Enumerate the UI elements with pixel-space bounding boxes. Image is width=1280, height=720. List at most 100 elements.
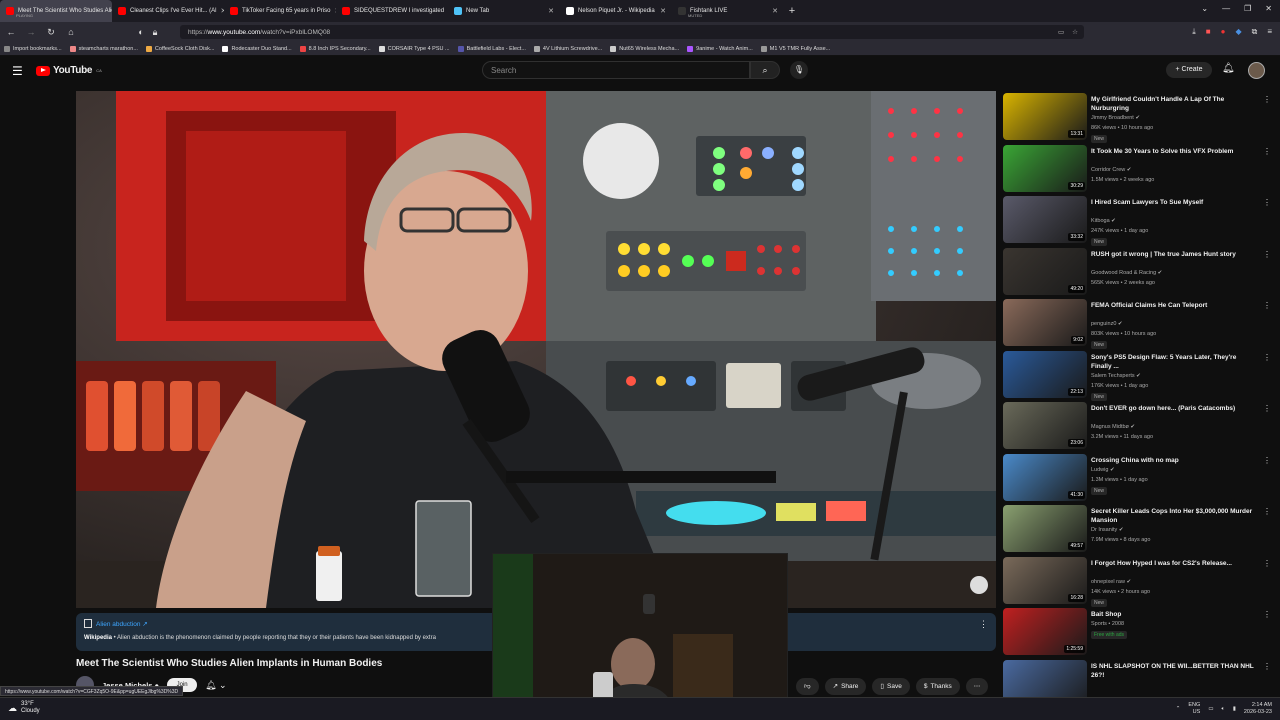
- app-menu-icon[interactable]: ≡: [1267, 27, 1272, 37]
- more-options-icon[interactable]: ⋮: [1263, 95, 1271, 104]
- more-options-icon[interactable]: ⋮: [1263, 610, 1271, 619]
- recommendation-item[interactable]: 16:28 I Forgot How Hyped I was for CS2's …: [1003, 555, 1273, 607]
- recommendation-title[interactable]: I Hired Scam Lawyers To Sue Myself: [1091, 198, 1255, 207]
- browser-tab[interactable]: TikToker Facing 65 years in Priso✕: [224, 0, 336, 22]
- recommendation-title[interactable]: IS NHL SLAPSHOT ON THE WII...BETTER THAN…: [1091, 662, 1255, 680]
- new-tab-button[interactable]: +: [784, 5, 800, 17]
- recommendation-channel[interactable]: Goodwood Road & Racing ✔: [1091, 270, 1162, 276]
- url-bar[interactable]: https://www.youtube.com/watch?v=iPxblLOM…: [180, 25, 1084, 39]
- recommendation-item[interactable]: 30:29 It Took Me 30 Years to Solve this V…: [1003, 143, 1273, 193]
- bookmark-item[interactable]: Rodecaster Duo Stand...: [222, 45, 292, 52]
- close-tab-icon[interactable]: ✕: [768, 7, 778, 15]
- bookmark-item[interactable]: Battlefield Labs - Elect...: [457, 45, 526, 52]
- recommendation-item[interactable]: 9:02 FEMA Official Claims He Can Teleport…: [1003, 297, 1273, 349]
- video-player[interactable]: [76, 91, 996, 608]
- picture-in-picture-icon[interactable]: ▭: [1058, 28, 1064, 36]
- reload-icon[interactable]: ↻: [46, 27, 56, 38]
- close-tab-icon[interactable]: ✕: [544, 7, 554, 15]
- search-input[interactable]: Search: [482, 61, 750, 79]
- downloads-icon[interactable]: ⤓: [1192, 27, 1196, 37]
- recommendation-channel[interactable]: penguinz0 ✔: [1091, 321, 1123, 327]
- notifications-bell-icon[interactable]: 🔔︎: [1222, 63, 1235, 74]
- more-options-icon[interactable]: ⋮: [1263, 250, 1271, 259]
- bookmark-item[interactable]: Import bookmarks...: [4, 45, 62, 52]
- recommendation-channel[interactable]: ohnepixel raw ✔: [1091, 579, 1131, 585]
- recommendation-channel[interactable]: Sports • 2008: [1091, 621, 1124, 627]
- browser-tab[interactable]: SIDEQUESTDREW I investigated✕: [336, 0, 448, 22]
- voice-search-button[interactable]: 🎙︎: [790, 61, 808, 79]
- more-options-icon[interactable]: ⋮: [1263, 456, 1271, 465]
- recommendation-item[interactable]: 49:20 RUSH got it wrong | The true James …: [1003, 246, 1273, 296]
- shield-icon[interactable]: ◐: [136, 27, 146, 37]
- bookmark-item[interactable]: 9anime - Watch Anim...: [687, 45, 753, 52]
- extension-icon[interactable]: ●: [1221, 27, 1226, 37]
- language-code[interactable]: ENG: [1188, 702, 1200, 709]
- recommendation-item[interactable]: 41:30 Crossing China with no map Ludwig ✔ 1…: [1003, 452, 1273, 502]
- recommendation-title[interactable]: Crossing China with no map: [1091, 456, 1255, 465]
- volume-icon[interactable]: 🔈︎: [1222, 706, 1225, 713]
- recommendation-channel[interactable]: Kitboga ✔: [1091, 218, 1116, 224]
- more-options-icon[interactable]: ⋮: [1263, 559, 1271, 568]
- notification-bell-icon[interactable]: 🔔︎ ⌄: [205, 680, 226, 691]
- bookmark-item[interactable]: M1 V5 TMR Fully Asse...: [760, 45, 830, 52]
- forward-icon[interactable]: →: [26, 27, 36, 37]
- more-actions-button[interactable]: ⋯: [965, 678, 989, 695]
- video-thumbnail[interactable]: 33:32: [1003, 196, 1087, 243]
- video-thumbnail[interactable]: 1:25:59: [1003, 608, 1087, 655]
- recommendation-title[interactable]: Sony's PS5 Design Flaw: 5 Years Later, T…: [1091, 353, 1255, 371]
- video-thumbnail[interactable]: 9:02: [1003, 299, 1087, 346]
- recommendation-item[interactable]: 22:13 Sony's PS5 Design Flaw: 5 Years Lat…: [1003, 349, 1273, 401]
- browser-tab[interactable]: New Tab ✕: [448, 0, 560, 22]
- search-button[interactable]: ⌕: [750, 61, 780, 79]
- tab-list-icon[interactable]: ⌄: [1201, 4, 1208, 13]
- browser-tab[interactable]: Meet The Scientist Who Studies Alien PLAY…: [0, 0, 112, 22]
- recommendation-title[interactable]: Bait Shop: [1091, 610, 1255, 619]
- video-thumbnail[interactable]: 41:30: [1003, 453, 1087, 501]
- recommendation-title[interactable]: FEMA Official Claims He Can Teleport: [1091, 301, 1255, 310]
- recommendation-channel[interactable]: Magnus Midtbø ✔: [1091, 424, 1135, 430]
- close-tab-icon[interactable]: ✕: [656, 7, 666, 15]
- recommendation-item[interactable]: 1:25:59 Bait Shop Sports • 2008 Free with a…: [1003, 606, 1273, 656]
- more-options-icon[interactable]: ⋮: [1263, 404, 1271, 413]
- video-thumbnail[interactable]: 30:29: [1003, 144, 1087, 192]
- hamburger-menu-icon[interactable]: ☰: [12, 64, 23, 78]
- recommendation-channel[interactable]: Dr Insanity ✔: [1091, 527, 1123, 533]
- lock-icon[interactable]: 🔒︎: [150, 27, 160, 38]
- video-thumbnail[interactable]: 22:13: [1003, 350, 1087, 398]
- recommendation-item[interactable]: 49:57 Secret Killer Leads Cops Into Her $…: [1003, 503, 1273, 553]
- recommendation-title[interactable]: My Girlfriend Couldn't Handle A Lap Of T…: [1091, 95, 1255, 113]
- bookmark-item[interactable]: 8.8 Inch IPS Secondary...: [299, 45, 371, 52]
- recommendation-channel[interactable]: Salem Techsperts ✔: [1091, 373, 1141, 379]
- dislike-button[interactable]: 👎︎: [796, 678, 819, 695]
- video-thumbnail[interactable]: 16:28: [1003, 556, 1087, 604]
- recommendation-channel[interactable]: Corridor Crew ✔: [1091, 167, 1131, 173]
- recommendation-item[interactable]: 23:06 Don't EVER go down here... (Paris C…: [1003, 400, 1273, 450]
- recommendation-title[interactable]: Secret Killer Leads Cops Into Her $3,000…: [1091, 507, 1255, 525]
- weather-widget[interactable]: ☁ 33°F Cloudy: [8, 701, 40, 715]
- more-options-icon[interactable]: ⋮: [1263, 198, 1271, 207]
- bookmark-item[interactable]: CoffeeSock Cloth Disk...: [145, 45, 214, 52]
- recommendation-title[interactable]: It Took Me 30 Years to Solve this VFX Pr…: [1091, 147, 1255, 156]
- account-avatar[interactable]: [1248, 62, 1265, 79]
- network-icon[interactable]: ▭: [1208, 706, 1213, 712]
- recommendation-title[interactable]: RUSH got it wrong | The true James Hunt …: [1091, 250, 1255, 259]
- more-options-icon[interactable]: ⋮: [1263, 507, 1271, 516]
- recommendation-channel[interactable]: Ludwig ✔: [1091, 467, 1115, 473]
- channel-watermark[interactable]: [970, 576, 988, 594]
- recommendation-channel[interactable]: Jimmy Broadbent ✔: [1091, 115, 1140, 121]
- youtube-logo[interactable]: YouTube CA: [36, 65, 102, 76]
- video-thumbnail[interactable]: 13:31: [1003, 93, 1087, 140]
- bookmark-star-icon[interactable]: ☆: [1072, 28, 1078, 36]
- more-options-icon[interactable]: ⋮: [1263, 301, 1271, 310]
- battery-icon[interactable]: ▮: [1233, 706, 1236, 712]
- browser-tab[interactable]: Nelson Piquet Jr. - Wikipedia ✕: [560, 0, 672, 22]
- more-options-icon[interactable]: ⋮: [1263, 147, 1271, 156]
- more-options-icon[interactable]: ⋮: [1263, 353, 1271, 362]
- browser-tab[interactable]: Cleanest Clips I've Ever Hit... (Al ✕: [112, 0, 224, 22]
- close-tab-icon[interactable]: ✕: [217, 7, 224, 15]
- extensions-icon[interactable]: ⧉: [1252, 27, 1258, 37]
- recommendation-title[interactable]: I Forgot How Hyped I was for CS2's Relea…: [1091, 559, 1255, 568]
- back-icon[interactable]: ←: [6, 27, 16, 37]
- clock-time[interactable]: 2:14 AM: [1244, 702, 1272, 709]
- thanks-button[interactable]: $ Thanks: [915, 678, 960, 695]
